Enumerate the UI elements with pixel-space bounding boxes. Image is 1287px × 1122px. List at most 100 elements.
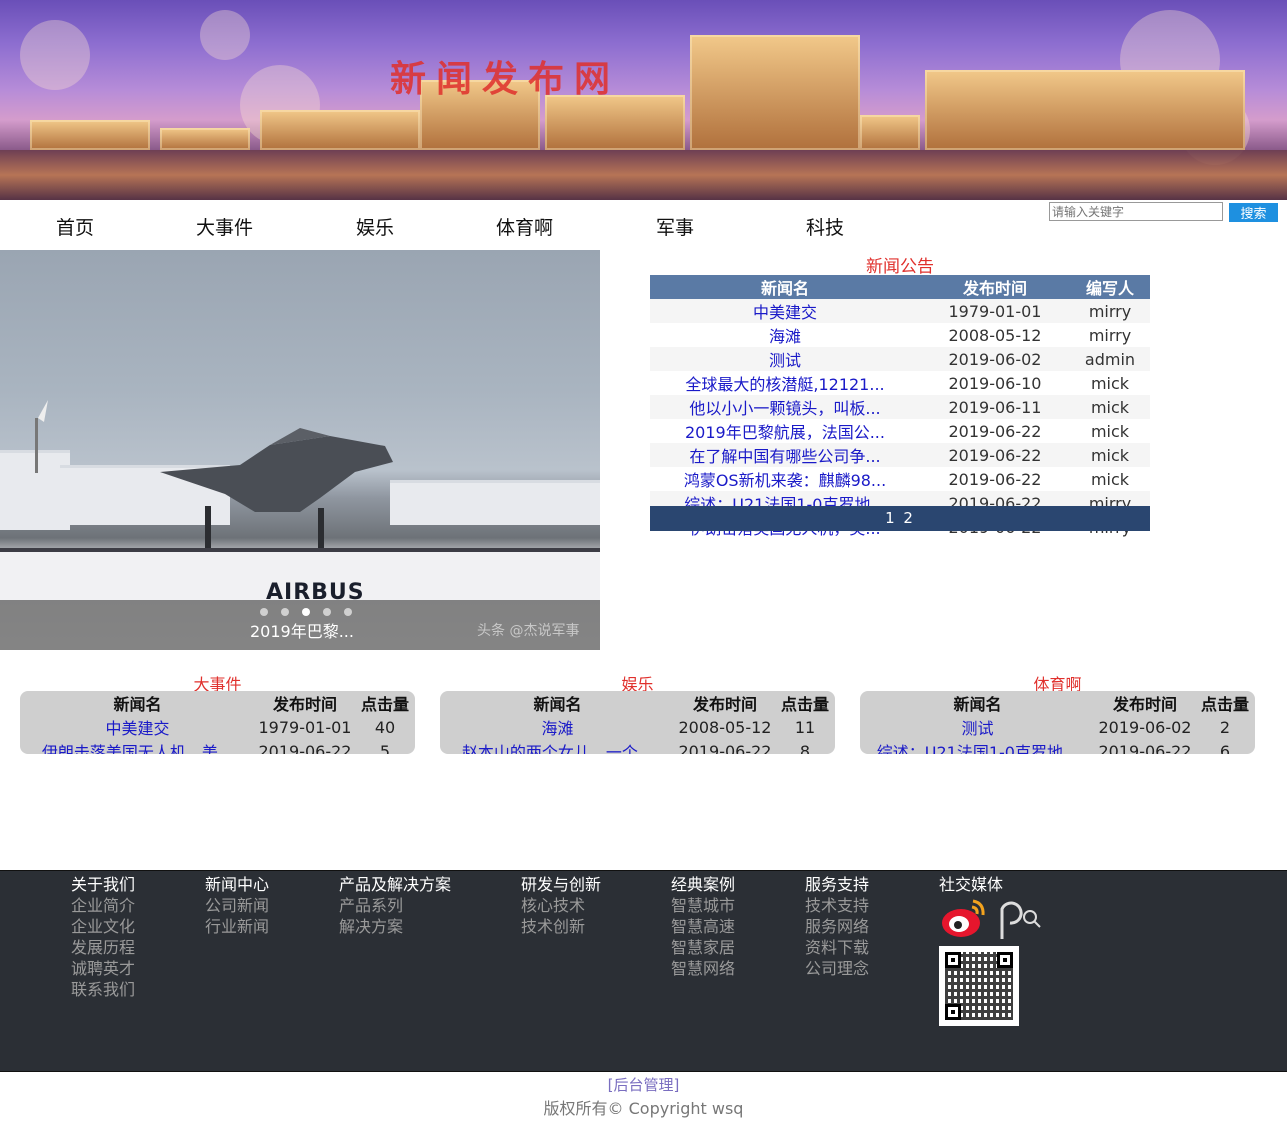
news-title-link[interactable]: 在了解中国有哪些公司争... <box>650 443 920 467</box>
carousel-caption[interactable]: 2019年巴黎... <box>250 618 354 642</box>
publish-date: 2008-05-12 <box>678 717 772 737</box>
author-name: mick <box>1070 443 1150 467</box>
news-carousel[interactable]: AIRBUS 2019年巴黎... 头条 @杰说军事 <box>0 250 600 650</box>
notice-row: 2019年巴黎航展，法国公... 2019-06-22 mick <box>650 419 1150 443</box>
author-name: mick <box>1090 469 1130 489</box>
footer-link[interactable]: 资料下载 <box>805 937 869 958</box>
carousel-dot-4[interactable] <box>323 608 331 616</box>
footer-link[interactable]: 智慧高速 <box>671 916 735 937</box>
click-count: 40 <box>374 717 396 737</box>
category-row: 海滩 2008-05-12 11 <box>440 715 835 739</box>
footer-column: 经典案例 智慧城市 智慧高速 智慧家居 智慧网络 <box>671 874 735 979</box>
click-count: 6 <box>1219 741 1231 755</box>
footer-link[interactable]: 核心技术 <box>521 895 601 916</box>
footer-link[interactable]: 技术支持 <box>805 895 869 916</box>
footer-link[interactable]: 发展历程 <box>71 937 135 958</box>
qr-finder <box>945 1004 961 1020</box>
weibo-icon[interactable] <box>942 899 985 937</box>
footer-link[interactable]: 服务网络 <box>805 916 869 937</box>
footer-link[interactable]: 企业简介 <box>71 895 135 916</box>
column-header: 编写人 <box>1070 275 1150 299</box>
site-footer: 关于我们 企业简介 企业文化 发展历程 诚聘英才 联系我们 新闻中心 公司新闻 行业新闻 产品及解… <box>0 870 1287 1072</box>
nav-item-military[interactable]: 军事 <box>656 213 694 240</box>
news-title-link[interactable]: 中美建交 <box>20 715 255 739</box>
carousel-dots <box>260 608 352 616</box>
footer-link[interactable]: 解决方案 <box>339 916 451 937</box>
column-header: 发布时间 <box>1112 695 1177 714</box>
river-reflection <box>0 150 1287 200</box>
carousel-dot-5[interactable] <box>344 608 352 616</box>
category-table: 新闻名 发布时间 点击量 海滩 2008-05-12 11 赵本山的两个女儿，一个... 20… <box>440 691 835 754</box>
footer-link[interactable]: 技术创新 <box>521 916 601 937</box>
news-title-link[interactable]: 海滩 <box>650 323 920 347</box>
publish-date: 2019-06-22 <box>678 741 772 755</box>
search-input[interactable] <box>1049 202 1223 221</box>
footer-link[interactable]: 公司新闻 <box>205 895 269 916</box>
footer-column-title: 研发与创新 <box>521 875 602 894</box>
news-title-link[interactable]: 测试 <box>650 347 920 371</box>
search-button[interactable]: 搜索 <box>1229 203 1278 222</box>
news-title-link[interactable]: 全球最大的核潜艇,12121... <box>650 371 920 395</box>
column-header: 点击量 <box>360 695 409 714</box>
bokeh-light <box>20 20 90 90</box>
news-title-link[interactable]: 海滩 <box>440 715 675 739</box>
building <box>925 70 1245 150</box>
publish-date: 2019-06-22 <box>948 469 1042 489</box>
qr-finder <box>945 952 961 968</box>
author-name: mick <box>1070 395 1150 419</box>
footer-link[interactable]: 联系我们 <box>71 979 135 1000</box>
footer-link[interactable]: 诚聘英才 <box>71 958 135 979</box>
publish-date: 2019-06-22 <box>948 421 1042 441</box>
publish-date: 2019-06-02 <box>920 347 1070 371</box>
notice-table: 新闻名 发布时间 编写人 中美建交 1979-01-01 mirry 海滩 2008-0… <box>650 275 1150 539</box>
carousel-dot-3[interactable] <box>302 608 310 616</box>
notice-pager[interactable]: 1 2 <box>650 506 1150 531</box>
search-icon[interactable] <box>1000 901 1041 939</box>
column-header: 点击量 <box>780 695 829 714</box>
footer-link[interactable]: 企业文化 <box>71 916 135 937</box>
news-title-link[interactable]: 综述：U21法国1-0克罗地... <box>860 739 1095 754</box>
footer-column: 关于我们 企业简介 企业文化 发展历程 诚聘英才 联系我们 <box>71 874 135 1000</box>
news-title-link[interactable]: 赵本山的两个女儿，一个... <box>440 739 675 754</box>
footer-link[interactable]: 公司理念 <box>805 958 869 979</box>
footer-link[interactable]: 智慧网络 <box>671 958 735 979</box>
news-title-link[interactable]: 伊朗击落美国无人机，美... <box>20 739 255 754</box>
footer-column-title: 产品及解决方案 <box>339 875 452 894</box>
carousel-dot-2[interactable] <box>281 608 289 616</box>
notice-row: 海滩 2008-05-12 mirry <box>650 323 1150 347</box>
category-row: 综述：U21法国1-0克罗地... 2019-06-22 6 <box>860 739 1255 755</box>
column-header: 发布时间 <box>920 275 1070 299</box>
nav-item-entertainment[interactable]: 娱乐 <box>356 213 394 240</box>
notice-row: 全球最大的核潜艇,12121... 2019-06-10 mick <box>650 371 1150 395</box>
footer-link[interactable]: 产品系列 <box>339 895 451 916</box>
column-header: 新闻名 <box>533 695 582 714</box>
news-title-link[interactable]: 鸿蒙OS新机来袭：麒麟98... <box>650 467 920 491</box>
publish-date: 2019-06-02 <box>1098 717 1192 737</box>
footer-column: 产品及解决方案 产品系列 解决方案 <box>339 874 451 937</box>
news-title-link[interactable]: 中美建交 <box>650 299 920 323</box>
nav-item-sports[interactable]: 体育啊 <box>496 213 553 240</box>
category-header-row: 新闻名 发布时间 点击量 <box>20 691 415 715</box>
footer-link[interactable]: 行业新闻 <box>205 916 269 937</box>
image-watermark: 头条 @杰说军事 <box>477 623 580 639</box>
carousel-dot-1[interactable] <box>260 608 268 616</box>
click-count: 2 <box>1219 717 1231 737</box>
building <box>860 115 920 150</box>
footer-link[interactable]: 智慧城市 <box>671 895 735 916</box>
author-name: mirry <box>1070 299 1150 323</box>
nav-item-technology[interactable]: 科技 <box>806 213 844 240</box>
news-title-link[interactable]: 他以小小一颗镜头，叫板... <box>650 395 920 419</box>
footer-link[interactable]: 智慧家居 <box>671 937 735 958</box>
news-title-link[interactable]: 测试 <box>860 715 1095 739</box>
header-banner: 新闻发布网 <box>0 0 1287 200</box>
qr-finder <box>997 952 1013 968</box>
news-title-link[interactable]: 2019年巴黎航展，法国公... <box>650 419 920 443</box>
notice-header-row: 新闻名 发布时间 编写人 <box>650 275 1150 299</box>
nav-item-home[interactable]: 首页 <box>56 213 94 240</box>
publish-date: 2019-06-22 <box>1098 741 1192 755</box>
category-row: 赵本山的两个女儿，一个... 2019-06-22 8 <box>440 739 835 755</box>
nav-item-major-events[interactable]: 大事件 <box>196 213 253 240</box>
category-row: 中美建交 1979-01-01 40 <box>20 715 415 739</box>
admin-link[interactable]: [后台管理] <box>0 1074 1287 1095</box>
footer-column-title: 服务支持 <box>805 875 870 894</box>
